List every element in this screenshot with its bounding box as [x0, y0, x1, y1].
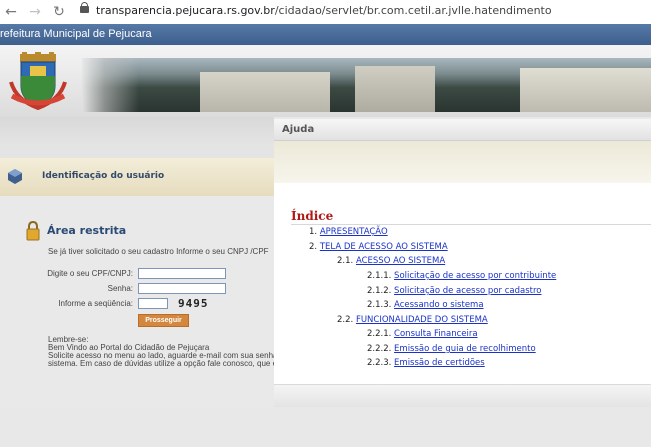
- user-cube-icon: [8, 169, 22, 184]
- toc-link-acesso-cadastro[interactable]: Solicitação de acesso por cadastro: [394, 286, 541, 296]
- password-input[interactable]: [138, 283, 226, 294]
- padlock-icon: [26, 221, 40, 241]
- forward-arrow-icon[interactable]: →: [26, 3, 44, 21]
- toc-item[interactable]: 2.1.3. Acessando o sistema: [367, 300, 484, 310]
- reload-icon[interactable]: ↻: [50, 3, 68, 21]
- toc-link-funcionalidade[interactable]: FUNCIONALIDADE DO SISTEMA: [356, 315, 488, 325]
- toc-item[interactable]: 2.2.3. Emissão de certidões: [367, 358, 485, 368]
- proceed-button[interactable]: Prosseguir: [138, 314, 189, 327]
- toc-link-consulta-financeira[interactable]: Consulta Financeira: [394, 329, 478, 339]
- sequence-label: Informe a seqüência:: [58, 299, 133, 308]
- toc-item[interactable]: 2.2.2. Emissão de guia de recolhimento: [367, 344, 536, 354]
- login-intro: Se já tiver solicitado o seu cadastro In…: [48, 247, 269, 256]
- toc-item[interactable]: 2.1.1. Solicitação de acesso por contrib…: [367, 271, 556, 281]
- sequence-input[interactable]: [138, 298, 168, 309]
- back-arrow-icon[interactable]: ←: [2, 3, 20, 21]
- building-photo-part: [355, 66, 435, 112]
- url-path: /cidadao/servlet/br.com.cetil.ar.jvlle.h…: [274, 4, 552, 17]
- toc-link-acesso-contribuinte[interactable]: Solicitação de acesso por contribuinte: [394, 271, 556, 281]
- cpf-label: Digite o seu CPF/CNPJ:: [47, 269, 133, 278]
- portal-title: refeitura Municipal de Pejucara: [0, 28, 152, 40]
- restricted-area-title: Área restrita: [47, 224, 127, 237]
- help-dialog-header-band: [274, 141, 651, 183]
- help-dialog-titlebar[interactable]: [274, 119, 651, 141]
- reminder-line: sistema. Em caso de dúvidas utilize a op…: [48, 359, 278, 368]
- url-domain: transparencia.pejucara.rs.gov.br: [96, 4, 275, 17]
- toc-item[interactable]: 2.1.2. Solicitação de acesso por cadastr…: [367, 286, 541, 296]
- toc-link-tela-acesso[interactable]: TELA DE ACESSO AO SISTEMA: [320, 242, 448, 252]
- captcha-image: 9495: [178, 297, 209, 310]
- toc-link-guia-recolhimento[interactable]: Emissão de guia de recolhimento: [394, 344, 536, 354]
- toc-item[interactable]: 2.1. ACESSO AO SISTEMA: [337, 256, 445, 266]
- building-photo-part: [520, 68, 651, 112]
- index-heading: Índice: [291, 209, 334, 223]
- toc-item[interactable]: 1. APRESENTAÇÃO: [309, 227, 388, 237]
- help-dialog-title: Ajuda: [282, 124, 315, 135]
- address-bar[interactable]: transparencia.pejucara.rs.gov.br/cidadao…: [96, 4, 552, 17]
- toc-item[interactable]: 2.2. FUNCIONALIDADE DO SISTEMA: [337, 315, 488, 325]
- toc-link-acessando-sistema[interactable]: Acessando o sistema: [394, 300, 484, 310]
- toc-item[interactable]: 2.2.1. Consulta Financeira: [367, 329, 478, 339]
- password-label: Senha:: [107, 284, 133, 293]
- building-photo-part: [200, 72, 330, 112]
- coat-of-arms-icon: [9, 52, 67, 110]
- toc-link-acesso-sistema[interactable]: ACESSO AO SISTEMA: [356, 256, 445, 266]
- page-bottom: [0, 407, 651, 447]
- identification-label: Identificação do usuário: [42, 171, 165, 181]
- toc-link-certidoes[interactable]: Emissão de certidões: [394, 358, 485, 368]
- lock-icon[interactable]: [80, 2, 89, 13]
- help-dialog-footer: [274, 384, 651, 407]
- toc-item[interactable]: 2. TELA DE ACESSO AO SISTEMA: [309, 242, 448, 252]
- cpf-input[interactable]: [138, 268, 226, 279]
- toc-link-apresentacao[interactable]: APRESENTAÇÃO: [320, 227, 388, 237]
- index-divider: [291, 224, 651, 225]
